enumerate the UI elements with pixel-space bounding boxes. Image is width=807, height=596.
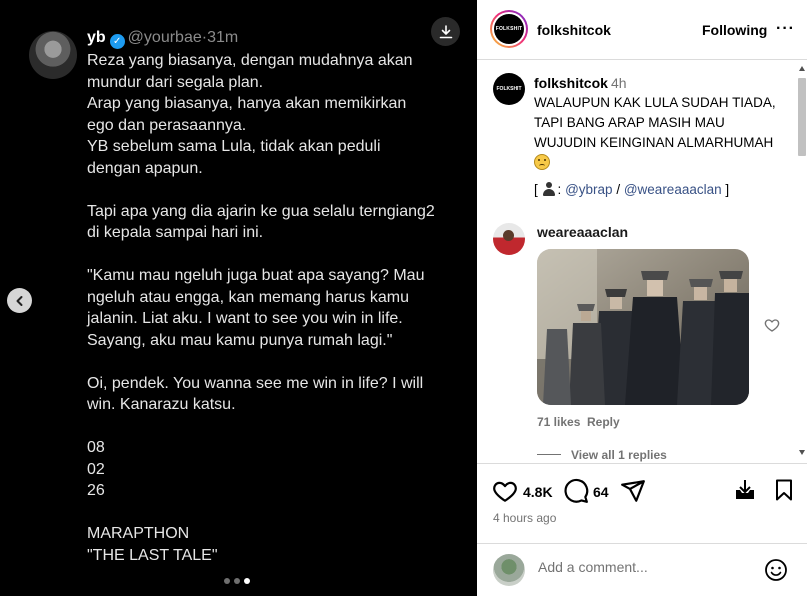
caption-body: WALAUPUN KAK LULA SUDAH TIADA, TAPI BANG… — [534, 95, 776, 150]
following-button[interactable]: Following — [702, 22, 767, 38]
chevron-left-icon — [16, 295, 22, 306]
tweet-display-name: yb — [87, 29, 106, 46]
tweet-paragraph: Oi, pendek. You wanna see me win in life… — [87, 374, 424, 414]
comments-section: FOLKSHIT folkshitcok 4h WALAUPUN KAK LUL… — [477, 61, 807, 463]
carousel-indicator — [224, 578, 250, 584]
tweet-header: yb ✓ @yourbae·31m — [87, 29, 238, 49]
verified-badge-icon: ✓ — [109, 34, 125, 49]
download-button[interactable] — [431, 17, 460, 46]
add-comment-bar — [477, 543, 807, 596]
comment-gif-image — [537, 249, 749, 405]
scrollbar-down-arrow[interactable] — [799, 450, 805, 455]
post-actions: 4.8K 64 4 hours ago — [477, 463, 807, 543]
post-author-username[interactable]: folkshitcok — [537, 22, 611, 38]
view-replies-label: View all 1 replies — [571, 448, 667, 462]
reply-button[interactable]: Reply — [587, 415, 620, 429]
scrollbar-up-arrow[interactable] — [799, 66, 805, 71]
like-count[interactable]: 4.8K — [523, 484, 553, 500]
caption-credits: [ : @ybrap / @weareaaaclan ] — [534, 182, 729, 197]
comment-heart-icon[interactable] — [764, 317, 780, 333]
comment-icon[interactable] — [563, 478, 589, 504]
mention-link-weareaaaclan[interactable]: @weareaaaclan — [624, 182, 722, 197]
caption-username[interactable]: folkshitcok — [534, 75, 608, 91]
caption-time: 4h — [611, 75, 627, 91]
bookmark-icon[interactable] — [772, 478, 796, 502]
tweet-paragraph: "Kamu mau ngeluh juga buat apa sayang? M… — [87, 267, 425, 349]
download-tray-icon[interactable] — [733, 478, 757, 502]
previous-slide-button[interactable] — [7, 288, 32, 313]
download-icon — [439, 24, 452, 38]
mention-link-ybrap[interactable]: @ybrap — [565, 182, 612, 197]
caption-avatar[interactable]: FOLKSHIT — [493, 73, 525, 105]
view-replies-button[interactable]: View all 1 replies — [537, 448, 667, 462]
tweet-paragraph: Tapi apa yang dia ajarin ke gua selalu t… — [87, 202, 435, 242]
current-user-avatar[interactable] — [493, 554, 525, 586]
tweet-handle: @yourbae — [127, 29, 202, 46]
tweet-paragraph: Reza yang biasanya, dengan mudahnya akan… — [87, 52, 413, 177]
carousel-dot — [234, 578, 240, 584]
person-icon — [542, 182, 556, 196]
tweet-time: 31m — [207, 29, 239, 46]
carousel-dot — [224, 578, 230, 584]
scrollbar-thumb[interactable] — [798, 78, 806, 156]
add-comment-input[interactable] — [538, 559, 758, 575]
more-options-button[interactable]: ··· — [776, 20, 795, 38]
carousel-dot — [244, 578, 250, 584]
caption-text: WALAUPUN KAK LULA SUDAH TIADA, TAPI BANG… — [534, 93, 784, 173]
tweet-avatar — [29, 31, 77, 79]
commenter-avatar[interactable] — [493, 223, 525, 255]
post-timestamp[interactable]: 4 hours ago — [493, 511, 556, 525]
tweet-paragraph: MARAPTHON "THE LAST TALE" — [87, 525, 218, 564]
sad-face-emoji-icon — [534, 154, 550, 170]
avatar-logo-text: FOLKSHIT — [494, 14, 524, 44]
credits-close: ] — [725, 182, 730, 197]
credits-open: [ — [534, 182, 538, 197]
credits-slash: / — [616, 182, 621, 197]
heart-icon[interactable] — [492, 478, 518, 504]
tweet-body: Reza yang biasanya, dengan mudahnya akan… — [87, 50, 457, 566]
commenter-username[interactable]: weareaaaclan — [537, 224, 628, 240]
share-icon[interactable] — [620, 478, 646, 504]
post-media: yb ✓ @yourbae·31m Reza yang biasanya, deng… — [0, 0, 477, 596]
comment-count[interactable]: 64 — [593, 484, 609, 500]
smiley-icon[interactable] — [764, 558, 788, 582]
post-author-avatar[interactable]: FOLKSHIT — [490, 10, 528, 48]
credits-colon: : — [557, 182, 562, 197]
post-header: FOLKSHIT folkshitcok Following ··· — [477, 0, 807, 60]
tweet-paragraph: 08 02 26 — [87, 439, 105, 499]
post-details-panel: FOLKSHIT folkshitcok Following ··· FOLKS… — [477, 0, 807, 596]
comment-like-count[interactable]: 71 likes — [537, 415, 580, 429]
